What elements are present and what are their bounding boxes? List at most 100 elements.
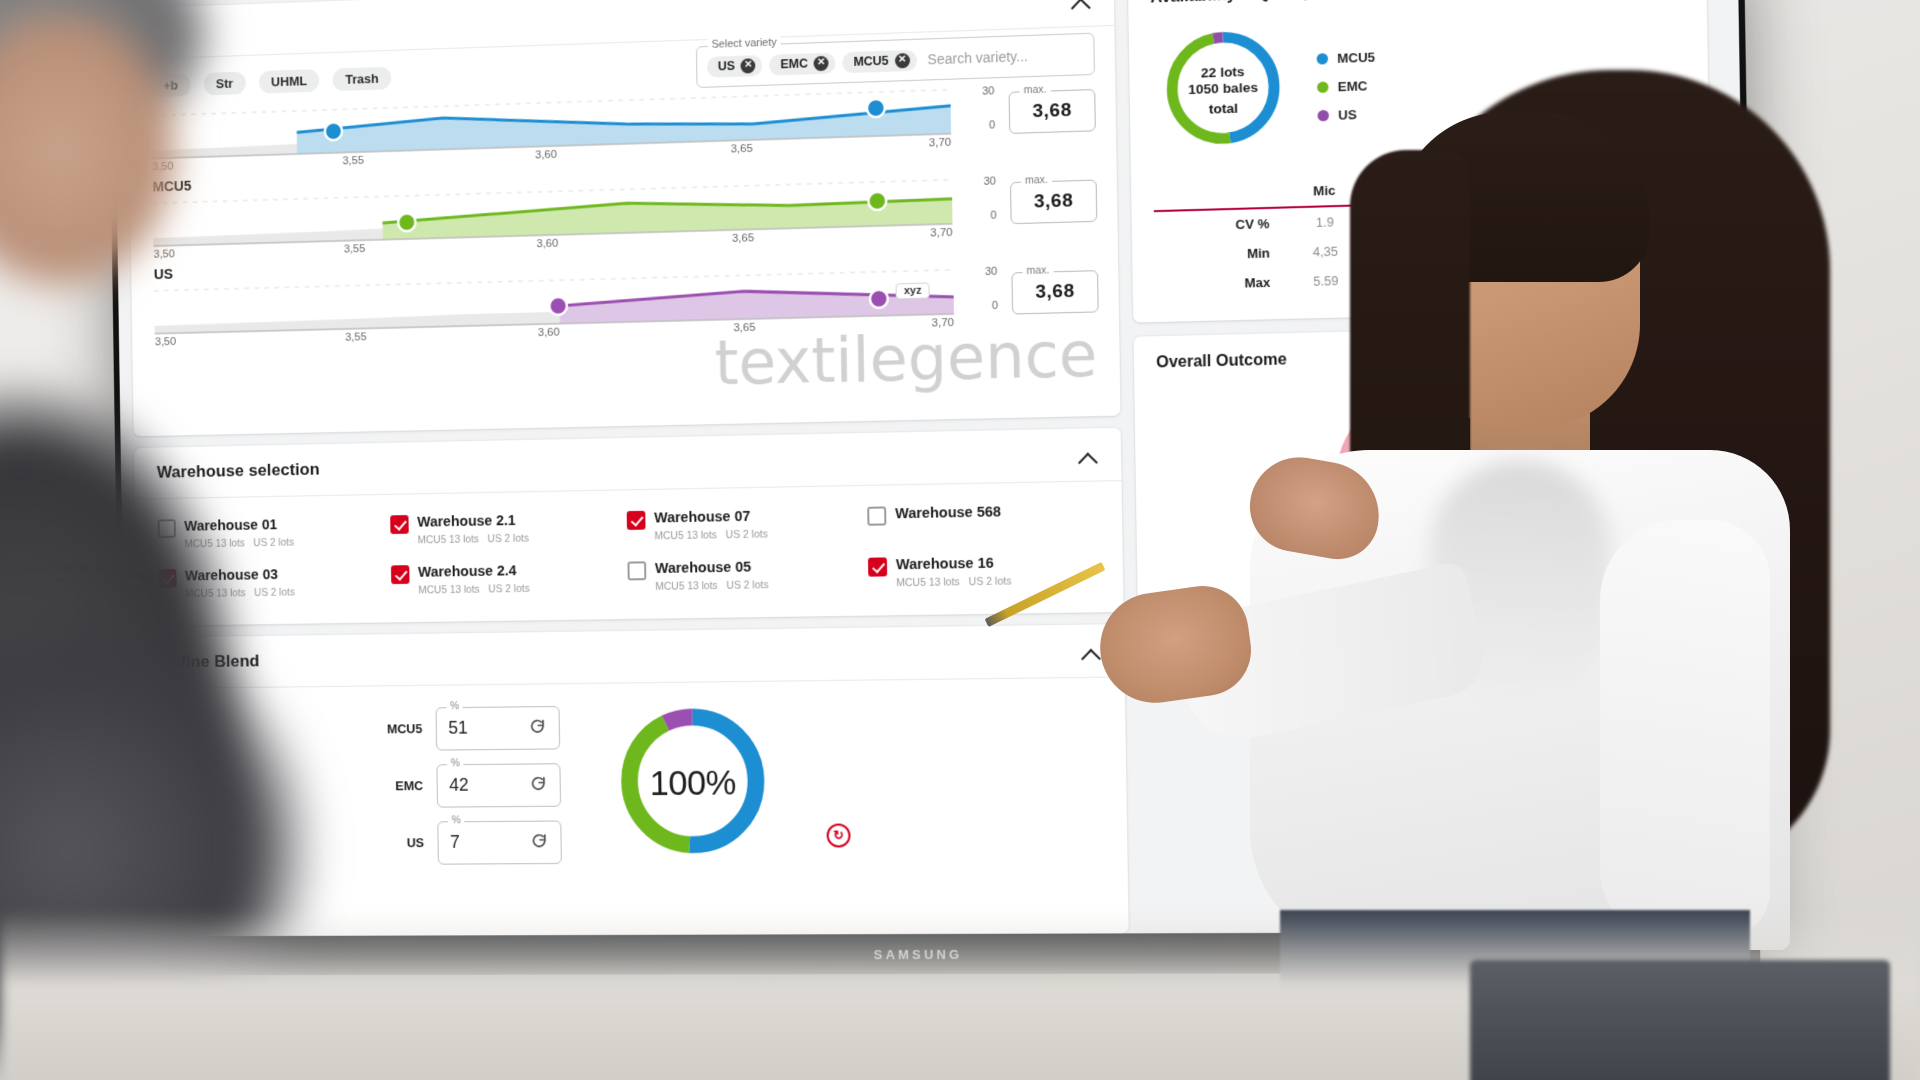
variety-chip-emc[interactable]: EMC ✕ [769,52,835,75]
reset-icon[interactable] [528,775,548,795]
outcome-caption: Inventory Utilisation [1350,592,1499,611]
cell: 5.59 [1284,265,1367,297]
blend-total: 100% [608,696,778,871]
xtick: 3,55 [342,155,364,167]
warehouse-sub: MCU5 13 lots US 2 lots [185,587,295,600]
checkbox[interactable] [868,558,887,577]
blend-input-mcu5[interactable]: % 51 [436,706,561,751]
max-value-field-2[interactable]: max. 3,68 [1010,180,1097,225]
variety-chip-us[interactable]: US ✕ [707,55,763,78]
warehouse-sub-us: US 2 lots [254,587,295,599]
col-label: Str [1511,171,1530,187]
donut-lots: 22 lots [1201,64,1245,81]
cell: 10 [1626,257,1688,288]
cell: 1.9 [1283,205,1366,238]
quality-filters-card: +b Str UHML Trash Select variety US ✕ EM… [127,0,1120,436]
warehouse-item-2-1[interactable]: Warehouse 2.1 MCU5 13 lots US 2 lots [390,510,617,547]
warehouse-sub-us: US 2 lots [726,529,768,542]
warehouse-sub: MCU5 13 lots US 2 lots [655,579,768,593]
close-circle-icon[interactable]: ✕ [814,55,829,70]
close-circle-icon[interactable]: ✕ [741,58,756,73]
xtick: 3,65 [731,143,753,156]
warehouse-sub-us: US 2 lots [726,579,768,592]
filter-tag-trash[interactable]: Trash [333,66,392,91]
chevron-up-icon[interactable] [1078,641,1105,667]
quality-table-body: CV % 1.9 1.6 8 8 8 Min 4,35 31.09 10 10 … [1154,196,1688,300]
warehouse-sub-mcu5: MCU5 13 lots [896,577,960,590]
variety-search-input[interactable]: Search variety... [923,48,1028,68]
reset-circle-icon[interactable]: ↻ [826,824,850,848]
filter-tag-uhml[interactable]: UHML [259,69,320,94]
chevron-up-icon[interactable] [1067,0,1094,16]
legend-item-us: US [1317,106,1376,123]
warehouse-item-2-4[interactable]: Warehouse 2.4 MCU5 13 lots US 2 lots [391,561,618,597]
filter-tag-b[interactable]: +b [151,73,191,97]
legend-dot-icon [1317,81,1328,93]
cell: 4,35 [1284,236,1367,268]
checkbox[interactable] [158,519,176,538]
legend-item-mcu5: MCU5 [1317,49,1376,66]
select-variety-legend: Select variety [708,36,781,50]
availability-body: 22 lots 1050 bales total MCU5 EMC US [1128,0,1709,173]
cell: 10 [1483,230,1560,262]
legend-label: US [1338,107,1357,123]
warehouse-item-07[interactable]: Warehouse 07 MCU5 13 lots US 2 lots [627,506,858,543]
col-empty [1153,174,1283,211]
col-rd: Rd [1559,164,1625,200]
warehouse-item-05[interactable]: Warehouse 05 MCU5 13 lots US 2 lots [627,557,858,594]
blend-value: 51 [448,718,468,739]
cell: 31.09 [1366,233,1483,266]
warehouse-name: Warehouse 01 [184,517,277,534]
blend-key: EMC [381,778,424,793]
reset-icon[interactable] [528,718,548,738]
variety-chip-mcu5[interactable]: MCU5 ✕ [842,49,916,72]
cell: 8 [1560,198,1626,231]
warehouse-name: Warehouse 2.1 [417,513,516,530]
y-axis-2: 30 0 [964,177,999,230]
max-value-field-3[interactable]: max. 3,68 [1011,270,1098,314]
col-unit: mm [1370,188,1479,202]
define-blend-card: Define Blend MCU5 % 51 EMC % 42 US % 7 1… [137,624,1129,936]
checkbox[interactable] [158,569,176,588]
chart-tooltip-xyz: xyz [896,283,930,300]
max-value: 3,68 [1032,100,1072,123]
y-axis-1: 30 0 [962,87,997,140]
outcome-body: 78% Inventory Utilisation [1134,360,1717,625]
blend-donut-chart: 100% [608,696,778,871]
warehouse-item-16[interactable]: Warehouse 16 MCU5 13 lots US 2 lots [868,553,1103,590]
ytick-top: 30 [982,85,994,97]
checkbox[interactable] [390,515,409,534]
warehouse-sub-mcu5: MCU5 13 lots [655,580,718,593]
blend-key: MCU5 [380,721,423,736]
checkbox[interactable] [627,561,646,580]
warehouse-sub-mcu5: MCU5 13 lots [654,529,717,542]
xtick: 3,60 [538,327,560,339]
warehouse-sub-us: US 2 lots [969,576,1012,589]
blend-inputs: MCU5 % 51 EMC % 42 US % 7 [380,706,562,865]
legend-dot-icon [1317,53,1328,65]
blend-input-emc[interactable]: % 42 [436,763,561,807]
max-value-field-1[interactable]: max. 3,68 [1009,89,1096,134]
warehouse-title: Warehouse selection [157,460,320,483]
chevron-up-icon[interactable] [1075,444,1102,471]
cancel-button[interactable]: Cancel [1619,649,1690,674]
max-value: 3,68 [1035,281,1075,304]
row-key: Min [1154,238,1284,271]
warehouse-item-03[interactable]: Warehouse 03 MCU5 13 lots US 2 lots [158,565,381,601]
blend-body: MCU5 % 51 EMC % 42 US % 7 100% ↻ [138,678,1128,883]
xtick: 3,70 [930,227,953,240]
close-circle-icon[interactable]: ✕ [895,53,910,68]
blend-input-us[interactable]: % 7 [437,820,562,864]
cell: 10 [1626,227,1688,258]
reset-icon[interactable] [529,832,549,852]
checkbox[interactable] [391,565,410,584]
checkbox[interactable] [867,506,886,525]
col-uhml: UHML mm [1365,168,1482,205]
warehouse-item-568[interactable]: Warehouse 568 [867,502,1102,539]
checkbox[interactable] [627,511,646,530]
xtick: 3,65 [733,322,755,334]
col-unit: g/tex [1487,186,1556,199]
filter-tag-str[interactable]: Str [203,71,245,95]
warehouse-item-01[interactable]: Warehouse 01 MCU5 13 lots US 2 lots [158,515,381,551]
outcome-donut-center: 78% [1318,372,1528,584]
